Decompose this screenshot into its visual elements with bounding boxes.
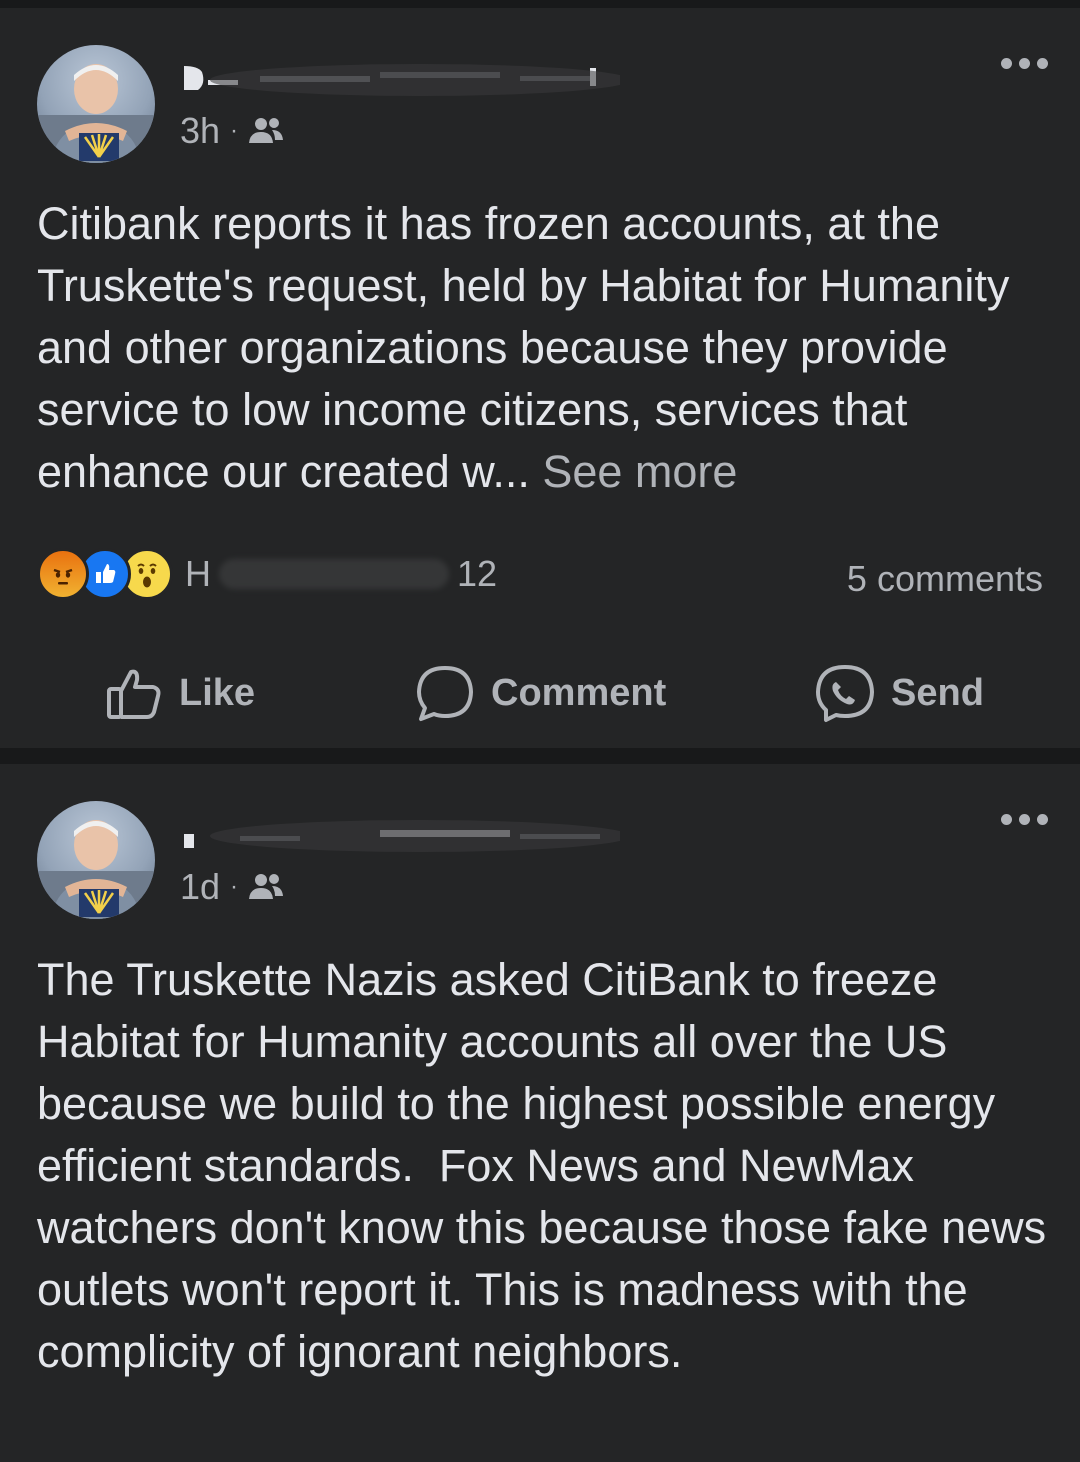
comment-button[interactable]: Comment (415, 653, 666, 733)
reaction-name-initial: H (185, 553, 211, 594)
more-options-button[interactable] (1001, 58, 1048, 69)
author-name-redacted[interactable] (180, 814, 620, 854)
post-meta: 1d · (180, 866, 284, 908)
post-text-content: Citibank reports it has frozen accounts,… (37, 198, 1022, 497)
comments-count-link[interactable]: 5 comments (847, 558, 1043, 600)
post-meta: 3h · (180, 110, 284, 152)
angry-reaction-icon (37, 548, 89, 600)
send-button[interactable]: Send (815, 653, 984, 733)
post-card: 1d · The Truskette Nazis asked CitiBank … (0, 764, 1080, 1462)
redacted-names (219, 559, 449, 589)
meta-separator: · (230, 873, 239, 900)
post-time[interactable]: 3h (180, 110, 220, 152)
thumbs-up-icon (107, 669, 161, 719)
reaction-names: H 12 (185, 553, 497, 595)
like-label: Like (179, 671, 256, 714)
post-time[interactable]: 1d (180, 866, 220, 908)
avatar[interactable] (37, 45, 155, 163)
see-more-link[interactable]: See more (542, 446, 737, 497)
comment-label: Comment (491, 671, 667, 714)
send-label: Send (891, 671, 984, 714)
post-text: Citibank reports it has frozen accounts,… (37, 193, 1057, 503)
like-button[interactable]: Like (105, 653, 255, 733)
friends-icon (249, 874, 284, 899)
reaction-count: 12 (457, 553, 498, 594)
messenger-icon (816, 665, 874, 722)
more-horizontal-icon (1001, 814, 1012, 825)
author-name-redacted[interactable] (180, 58, 620, 98)
meta-separator: · (230, 117, 239, 144)
post-card: 3h · Citibank reports it has frozen acco… (0, 8, 1080, 748)
more-options-button[interactable] (1001, 814, 1048, 825)
reactions-summary[interactable]: H 12 (37, 548, 497, 600)
post-text: The Truskette Nazis asked CitiBank to fr… (37, 954, 1059, 1377)
speech-bubble-icon (417, 666, 473, 721)
action-bar: Like Comment Send (0, 653, 1080, 733)
friends-icon (249, 118, 284, 143)
more-horizontal-icon (1001, 58, 1012, 69)
avatar[interactable] (37, 801, 155, 919)
